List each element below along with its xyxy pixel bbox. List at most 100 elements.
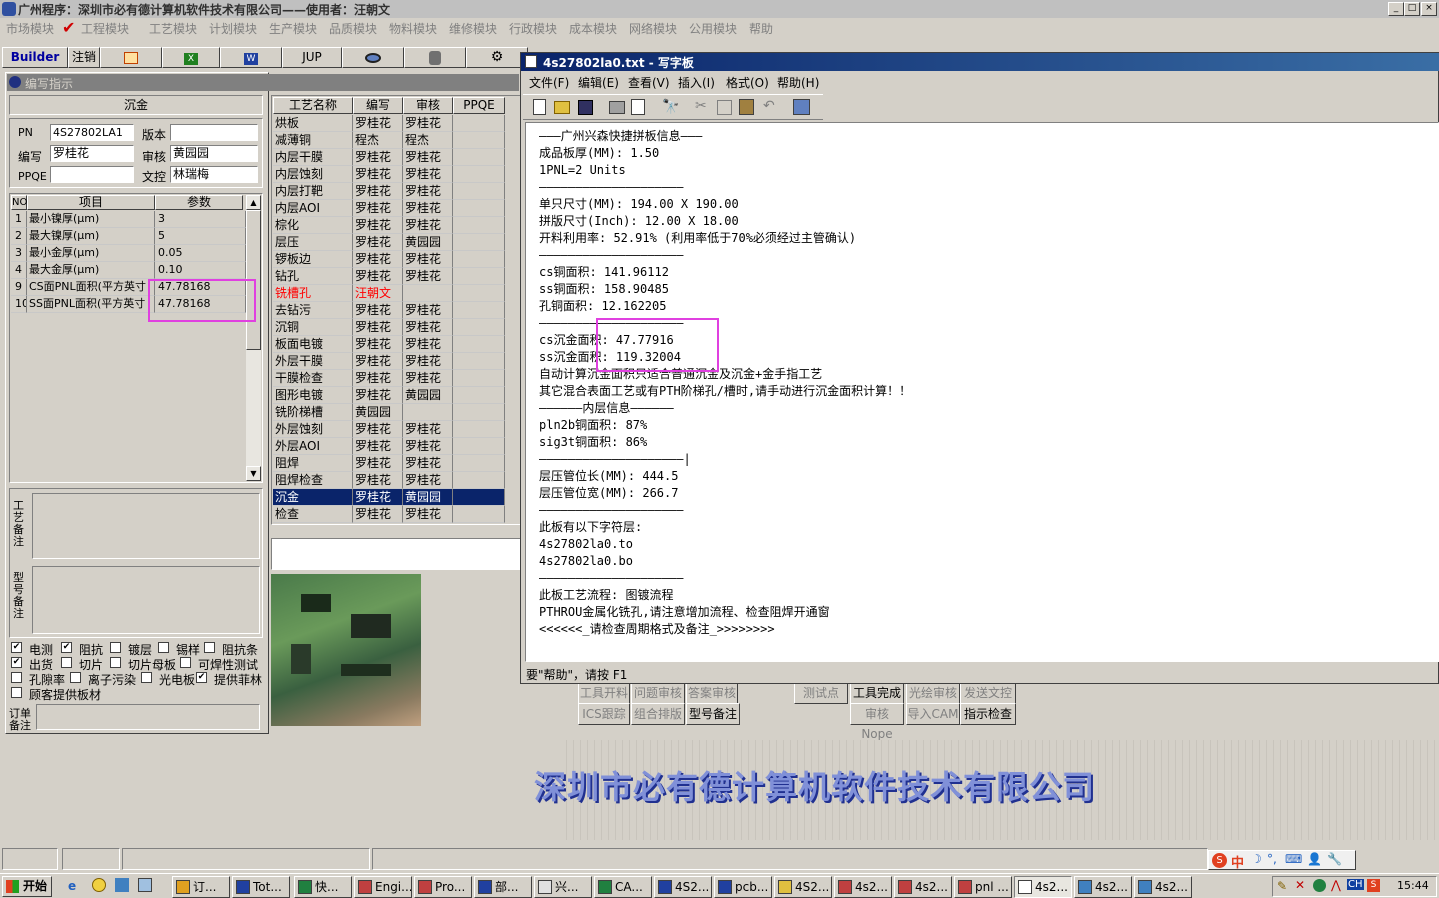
process-cell-name[interactable]: 阻焊检查	[273, 472, 353, 489]
process-cell-reviewer[interactable]: 罗桂花	[403, 183, 453, 200]
checkbox-box[interactable]	[110, 657, 121, 668]
menu-engineering[interactable]: 工程模块	[81, 20, 129, 37]
process-cell-reviewer[interactable]: 罗桂花	[403, 115, 453, 132]
keyboard-icon[interactable]: ⌨	[1285, 852, 1302, 866]
process-cell-writer[interactable]: 罗桂花	[353, 251, 403, 268]
process-cell-ppqe[interactable]	[453, 353, 505, 370]
taskbar-button[interactable]: 4S2...	[654, 876, 712, 898]
checkbox-box[interactable]: ✔	[196, 672, 207, 683]
logout-button[interactable]: 注销	[68, 47, 100, 68]
menu-repair[interactable]: 维修模块	[449, 20, 497, 37]
process-cell-reviewer[interactable]: 罗桂花	[403, 251, 453, 268]
taskbar-button[interactable]: CA...	[594, 876, 652, 898]
process-cell-reviewer[interactable]: 罗桂花	[403, 506, 453, 523]
report-button[interactable]	[100, 47, 162, 68]
process-cell-ppqe[interactable]	[453, 132, 505, 149]
datetime-icon[interactable]	[793, 99, 810, 115]
lang-indicator[interactable]: CH	[1347, 879, 1364, 890]
version-field[interactable]	[170, 124, 258, 141]
process-cell-ppqe[interactable]	[453, 200, 505, 217]
sogou-icon[interactable]: S	[1212, 853, 1227, 868]
process-cell-reviewer[interactable]: 罗桂花	[403, 149, 453, 166]
menu-market[interactable]: 市场模块	[6, 20, 54, 37]
moon-icon[interactable]: ☽	[1251, 852, 1262, 866]
process-cell-ppqe[interactable]	[453, 166, 505, 183]
param-value[interactable]: 3	[155, 211, 246, 228]
process-cell-name[interactable]: 外层干膜	[273, 353, 353, 370]
params-scrollbar[interactable]: ▲ ▼	[246, 195, 261, 481]
param-value[interactable]: 5	[155, 228, 246, 245]
taskbar-button[interactable]: 4s2...	[834, 876, 892, 898]
param-value[interactable]: 0.05	[155, 245, 246, 262]
save-icon[interactable]	[578, 100, 593, 115]
process-cell-reviewer[interactable]: 罗桂花	[403, 302, 453, 319]
action-button[interactable]: 光绘审核	[906, 682, 960, 704]
process-cell-writer[interactable]: 罗桂花	[353, 302, 403, 319]
process-cell-ppqe[interactable]	[453, 217, 505, 234]
process-cell-name[interactable]: 钻孔	[273, 268, 353, 285]
process-cell-writer[interactable]: 罗桂花	[353, 268, 403, 285]
process-cell-name[interactable]: 去钻污	[273, 302, 353, 319]
process-cell-name[interactable]: 沉铜	[273, 319, 353, 336]
process-cell-reviewer[interactable]: 罗桂花	[403, 472, 453, 489]
taskbar-button[interactable]: 4s2...	[1014, 876, 1072, 898]
action-button[interactable]: ICS跟踪	[578, 703, 630, 725]
action-button[interactable]: 问题审核	[631, 682, 685, 704]
sogou-tray-icon[interactable]: S	[1367, 879, 1380, 892]
process-cell-name[interactable]: 检查	[273, 506, 353, 523]
process-cell-ppqe[interactable]	[453, 489, 505, 506]
process-cell-writer[interactable]: 罗桂花	[353, 115, 403, 132]
process-cell-reviewer[interactable]: 罗桂花	[403, 336, 453, 353]
process-cell-reviewer[interactable]: 黄园园	[403, 489, 453, 506]
clock-app-icon[interactable]	[92, 878, 106, 892]
process-cell-writer[interactable]: 罗桂花	[353, 217, 403, 234]
process-cell-writer[interactable]: 程杰	[353, 132, 403, 149]
process-cell-name[interactable]: 阻焊	[273, 455, 353, 472]
process-cell-name[interactable]: 铣阶梯槽	[273, 404, 353, 421]
process-cell-reviewer[interactable]	[403, 285, 453, 302]
process-cell-writer[interactable]: 罗桂花	[353, 370, 403, 387]
builder-button[interactable]: Builder	[2, 47, 68, 68]
net-icon[interactable]	[115, 878, 129, 892]
process-cell-ppqe[interactable]	[453, 506, 505, 523]
settings-button[interactable]: ⚙	[466, 47, 528, 68]
process-cell-name[interactable]: 干膜检查	[273, 370, 353, 387]
process-cell-name[interactable]: 内层干膜	[273, 149, 353, 166]
menu-production[interactable]: 生产模块	[269, 20, 317, 37]
menu-quality[interactable]: 品质模块	[329, 20, 377, 37]
menu-craft[interactable]: 工艺模块	[149, 20, 197, 37]
checkbox-box[interactable]	[141, 672, 152, 683]
checkbox-box[interactable]	[158, 642, 169, 653]
process-cell-name[interactable]: 沉金	[273, 489, 353, 506]
wordpad-document[interactable]: ———广州兴森快捷拼板信息——— 成品板厚(MM): 1.50 1PNL=2 Uni…	[525, 122, 1439, 662]
process-cell-reviewer[interactable]: 罗桂花	[403, 455, 453, 472]
process-cell-name[interactable]: 内层打靶	[273, 183, 353, 200]
action-button[interactable]: 工具完成	[850, 682, 904, 704]
process-cell-name[interactable]: 外层AOI	[273, 438, 353, 455]
menu-admin[interactable]: 行政模块	[509, 20, 557, 37]
process-cell-ppqe[interactable]	[453, 251, 505, 268]
process-cell-reviewer[interactable]: 罗桂花	[403, 319, 453, 336]
checkbox-box[interactable]: ✔	[11, 657, 22, 668]
scroll-up-arrow[interactable]: ▲	[246, 195, 261, 210]
process-cell-reviewer[interactable]: 罗桂花	[403, 438, 453, 455]
process-cell-ppqe[interactable]	[453, 472, 505, 489]
process-cell-name[interactable]: 减薄铜	[273, 132, 353, 149]
process-cell-ppqe[interactable]	[453, 421, 505, 438]
process-cell-reviewer[interactable]: 黄园园	[403, 234, 453, 251]
process-cell-ppqe[interactable]	[453, 387, 505, 404]
taskbar-button[interactable]: 4s2...	[1134, 876, 1192, 898]
wp-menu-file[interactable]: 文件(F)	[529, 74, 569, 91]
menu-common[interactable]: 公用模块	[689, 20, 737, 37]
ime-mode[interactable]: 中	[1231, 852, 1244, 871]
checkbox-box[interactable]	[204, 642, 215, 653]
scroll-down-arrow[interactable]: ▼	[246, 466, 261, 481]
process-cell-ppqe[interactable]	[453, 234, 505, 251]
process-cell-name[interactable]: 图形电镀	[273, 387, 353, 404]
wp-menu-help[interactable]: 帮助(H)	[777, 74, 819, 91]
process-cell-reviewer[interactable]: 罗桂花	[403, 370, 453, 387]
process-cell-ppqe[interactable]	[453, 285, 505, 302]
open-icon[interactable]	[554, 101, 570, 114]
menu-help[interactable]: 帮助	[749, 20, 773, 37]
tray-icon[interactable]: ⋀	[1331, 878, 1341, 892]
